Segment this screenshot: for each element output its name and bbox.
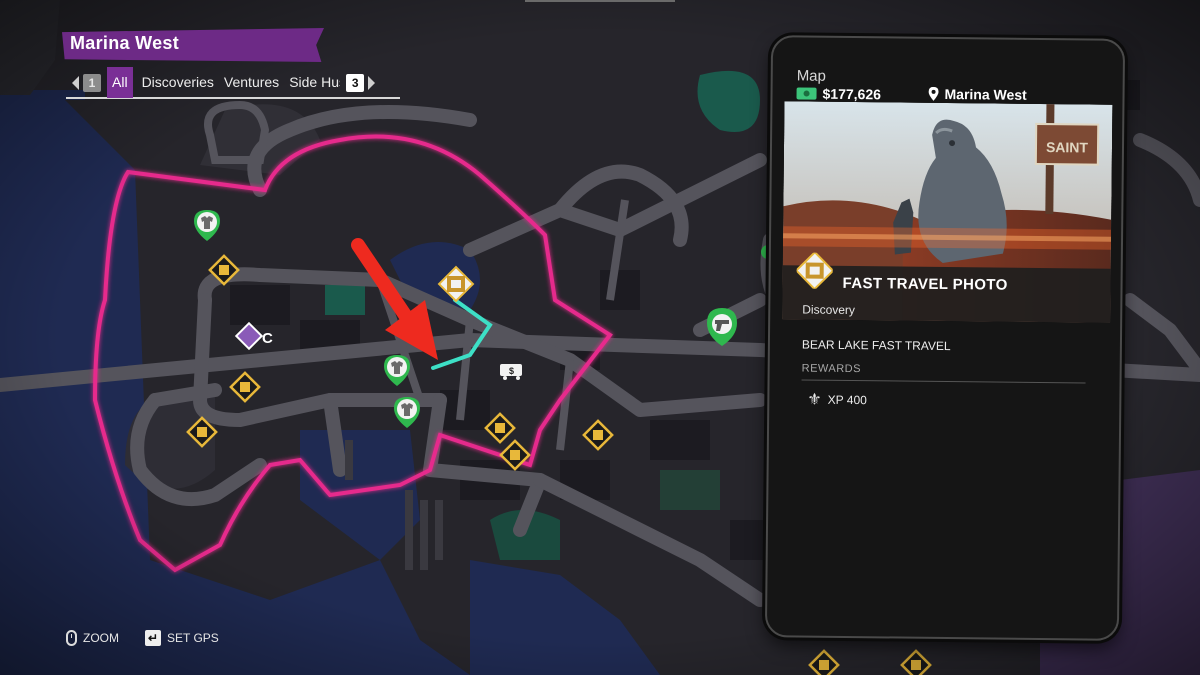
location-photo: SAINT FAST TRAVEL PHOTO Discovery <box>782 101 1113 323</box>
money-icon <box>796 87 817 100</box>
mouse-icon <box>66 630 77 646</box>
rewards-label: REWARDS <box>801 362 862 376</box>
panel-title: Map <box>796 67 827 85</box>
tab-discoveries[interactable]: Discoveries <box>137 67 219 98</box>
reward-item: ⚜ XP 400 <box>807 390 867 411</box>
tab-prev-arrow-icon[interactable] <box>72 75 79 90</box>
tab-next-key[interactable]: 3 <box>346 73 365 92</box>
filter-tabs: 1 All Discoveries Ventures Side Hus 3 <box>66 67 400 99</box>
reward-value: XP 400 <box>827 392 867 408</box>
svg-text:C: C <box>262 330 273 347</box>
card-title: FAST TRAVEL PHOTO <box>842 274 1008 294</box>
tab-ventures[interactable]: Ventures <box>219 67 284 98</box>
rewards-divider <box>801 379 1086 384</box>
discovery-icon <box>796 252 833 289</box>
phone-panel: Map $177,626 Marina West SAINT FAST TRAV… <box>764 35 1126 641</box>
pin-icon <box>928 86 939 101</box>
location-display: Marina West <box>928 85 1027 103</box>
tab-next-arrow-icon[interactable] <box>368 75 376 90</box>
zoom-label: ZOOM <box>83 631 119 645</box>
tab-prev-key[interactable]: 1 <box>83 73 101 92</box>
district-title: Marina West <box>70 33 179 53</box>
sign-text: SAINT <box>1046 139 1089 155</box>
detail-name: BEAR LAKE FAST TRAVEL <box>801 337 951 354</box>
enter-key-icon: ↵ <box>145 630 161 646</box>
set-gps-label: SET GPS <box>167 631 219 645</box>
tab-all[interactable]: All <box>107 67 133 98</box>
tab-side-hustles[interactable]: Side Hus <box>284 67 340 98</box>
fleur-de-lis-icon: ⚜ <box>807 391 822 409</box>
location-name: Marina West <box>944 85 1027 103</box>
money-display: $177,626 <box>796 85 881 102</box>
money-value: $177,626 <box>822 85 882 103</box>
zoom-hint: ZOOM <box>66 630 119 646</box>
set-gps-hint[interactable]: ↵ SET GPS <box>145 630 219 646</box>
svg-text:$: $ <box>509 366 514 376</box>
card-type: Discovery <box>802 302 856 318</box>
